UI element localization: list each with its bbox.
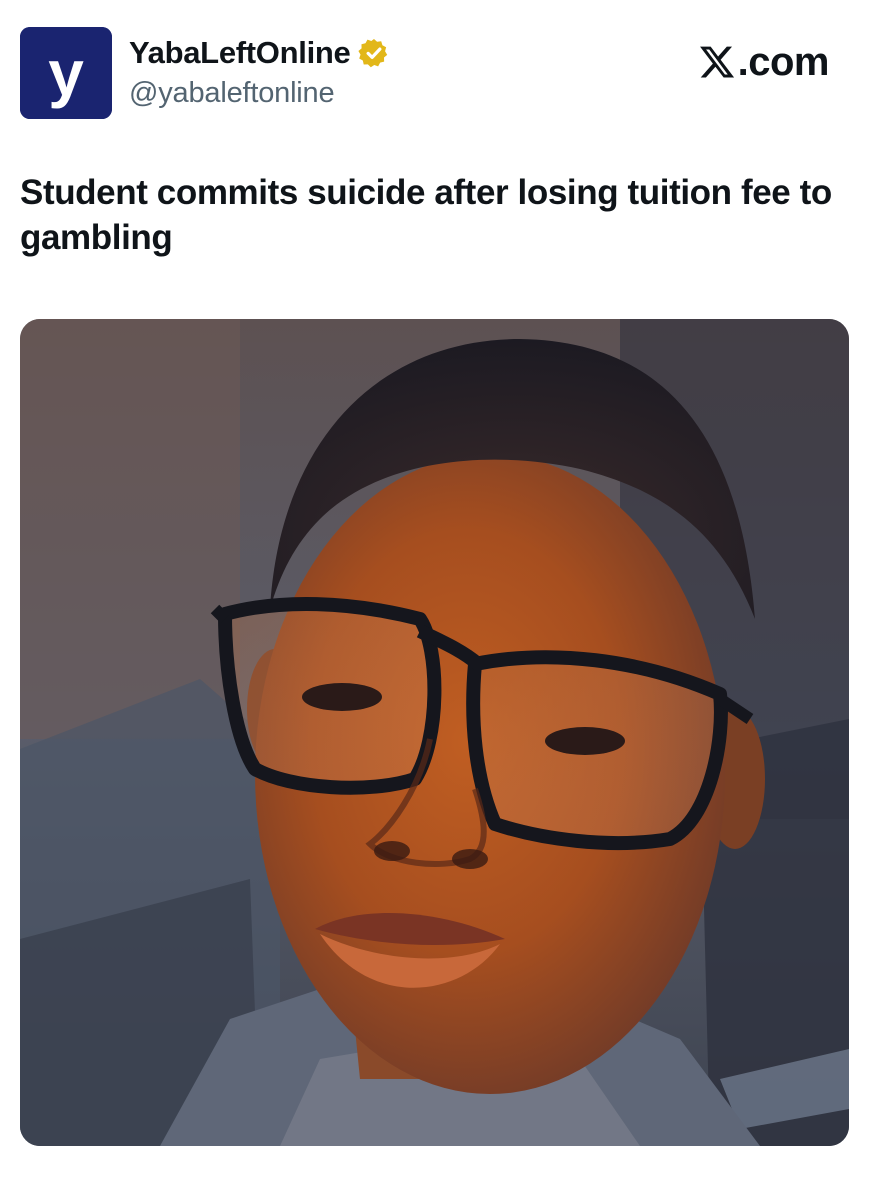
post-photo[interactable] bbox=[20, 319, 849, 1146]
yabaleft-logo-icon: y bbox=[20, 27, 112, 119]
avatar[interactable]: y bbox=[20, 27, 112, 119]
name-row: YabaLeftOnline bbox=[129, 33, 390, 73]
post-header: y YabaLeftOnline @yabaleftonline .com bbox=[20, 27, 849, 119]
avatar-letter: y bbox=[48, 37, 84, 109]
post-headline: Student commits suicide after losing tui… bbox=[20, 173, 832, 257]
account-info: YabaLeftOnline @yabaleftonline bbox=[129, 33, 390, 110]
x-logo-icon bbox=[699, 46, 734, 78]
display-name[interactable]: YabaLeftOnline bbox=[129, 35, 351, 71]
site-label: .com bbox=[737, 39, 830, 84]
handle[interactable]: @yabaleftonline bbox=[129, 77, 390, 110]
verified-badge-icon bbox=[358, 39, 388, 68]
site-mark: .com bbox=[698, 39, 830, 84]
portrait-photo bbox=[20, 319, 849, 1146]
